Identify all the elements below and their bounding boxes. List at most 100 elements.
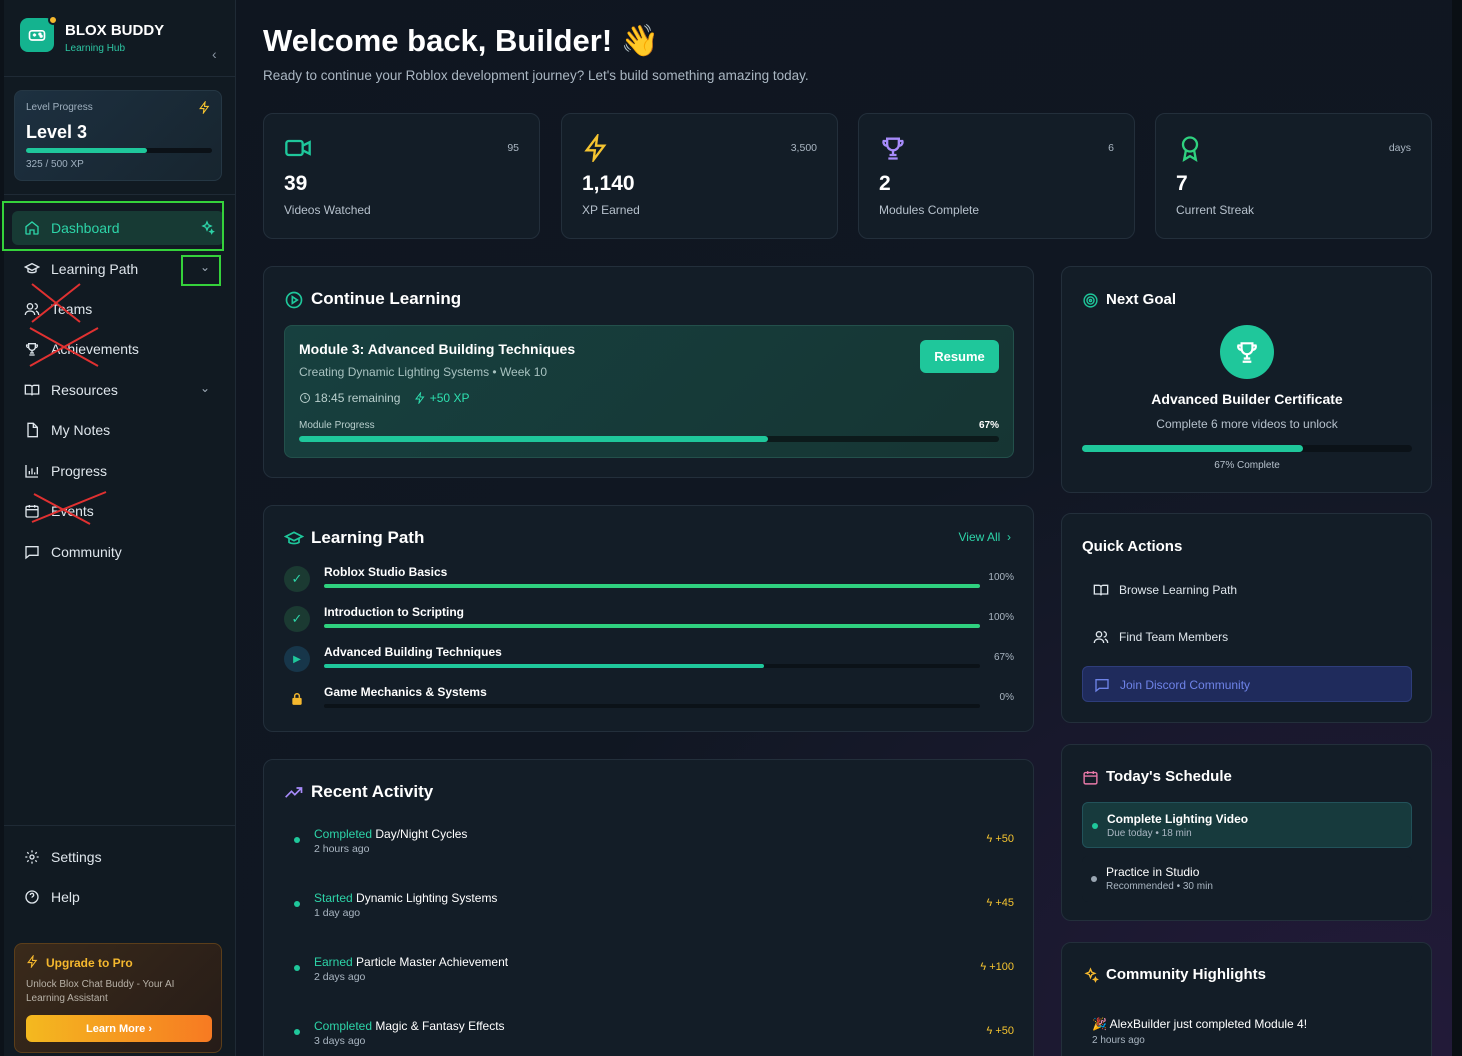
activity-xp-value: +100 <box>989 961 1014 973</box>
nav-my-notes[interactable]: My Notes <box>12 413 224 447</box>
activity-item[interactable]: Started Dynamic Lighting Systems 1 day a… <box>294 891 1014 931</box>
path-item[interactable]: ✓ Introduction to Scripting 100% <box>284 603 1014 643</box>
action-label: Browse Learning Path <box>1119 583 1238 597</box>
level-title: Level 3 <box>26 122 88 142</box>
path-item-percent: 100% <box>988 572 1014 583</box>
brand[interactable]: BLOX BUDDY Learning Hub ‹ <box>20 15 220 62</box>
path-progress-fill <box>324 664 764 668</box>
play-circle-icon <box>285 291 303 309</box>
chevron-down-icon[interactable]: ⌄ <box>200 381 210 395</box>
nav-progress[interactable]: Progress <box>12 454 224 488</box>
bolt-icon <box>198 100 211 117</box>
learn-more-button[interactable]: Learn More › <box>26 1015 212 1042</box>
time-remaining: 18:45 remaining <box>299 391 400 405</box>
path-item-percent: 0% <box>999 692 1014 703</box>
browse-learning-path-action[interactable]: Browse Learning Path <box>1082 572 1412 608</box>
check-icon: ✓ <box>284 566 310 592</box>
trophy-icon <box>25 343 39 356</box>
scrollbar[interactable] <box>1452 0 1462 1056</box>
nav-label: My Notes <box>51 422 111 438</box>
notification-dot <box>48 15 58 25</box>
path-progress-fill <box>324 624 980 628</box>
trophy-icon <box>882 137 904 160</box>
level-progress-fill <box>26 148 147 153</box>
activity-text: Completed Magic & Fantasy Effects <box>314 1019 505 1033</box>
join-discord-action[interactable]: Join Discord Community <box>1082 666 1412 702</box>
nav-label: Help <box>51 889 80 905</box>
activity-time: 1 day ago <box>314 907 361 919</box>
sparkles-icon <box>1084 967 1099 983</box>
activity-subject: Dynamic Lighting Systems <box>356 891 498 905</box>
community-item-text: AlexBuilder just completed Module 4! <box>1109 1017 1308 1031</box>
activity-dot <box>294 965 300 971</box>
module-progress-fill <box>299 436 768 442</box>
path-item[interactable]: Game Mechanics & Systems 0% <box>284 683 1014 723</box>
award-icon <box>1181 136 1199 162</box>
nav-label: Teams <box>51 301 93 317</box>
progress-label: Module Progress <box>299 420 375 431</box>
stat-target: 6 <box>1108 142 1114 154</box>
resume-button[interactable]: Resume <box>920 340 999 373</box>
nav-label: Resources <box>51 382 118 398</box>
activity-xp-value: +50 <box>995 833 1014 845</box>
upgrade-description: Unlock Blox Chat Buddy - Your AI Learnin… <box>26 979 175 1004</box>
upgrade-card: Upgrade to Pro Unlock Blox Chat Buddy - … <box>14 943 222 1053</box>
activity-item[interactable]: Completed Day/Night Cycles 2 hours ago ϟ… <box>294 827 1014 867</box>
divider <box>4 825 236 826</box>
activity-item[interactable]: Earned Particle Master Achievement 2 day… <box>294 955 1014 995</box>
section-title: Recent Activity <box>311 782 434 801</box>
schedule-sub: Due today • 18 min <box>1107 828 1192 839</box>
path-progress-bar <box>324 664 980 668</box>
current-module-card[interactable]: Module 3: Advanced Building Techniques C… <box>284 325 1014 458</box>
activity-xp: ϟ +50 <box>986 833 1014 845</box>
activity-item[interactable]: Completed Magic & Fantasy Effects 3 days… <box>294 1019 1014 1056</box>
view-all-link[interactable]: View All › <box>959 530 1011 544</box>
nav-community[interactable]: Community <box>12 535 224 569</box>
book-open-icon <box>1093 584 1109 596</box>
module-meta: 18:45 remaining +50 XP <box>299 391 469 405</box>
learning-path-card: Learning Path View All › ✓ Roblox Studio… <box>263 505 1034 732</box>
section-title: Learning Path <box>311 528 425 547</box>
stat-card-modules: 6 2 Modules Complete <box>858 113 1135 239</box>
goal-progress-fill <box>1082 445 1304 452</box>
goal-progress-bar <box>1082 445 1412 452</box>
action-label: Find Team Members <box>1119 630 1229 644</box>
page-title: Welcome back, Builder! 👋 <box>263 22 659 59</box>
collapse-sidebar-icon[interactable]: ‹ <box>212 46 217 62</box>
level-xp: 325 / 500 XP <box>26 159 84 170</box>
find-team-members-action[interactable]: Find Team Members <box>1082 619 1412 655</box>
nav-label: Community <box>51 544 122 560</box>
book-open-icon <box>24 384 40 396</box>
app-window: BLOX BUDDY Learning Hub ‹ Level Progress… <box>2 0 1452 1056</box>
nav-teams[interactable]: Teams <box>12 292 224 326</box>
activity-dot <box>294 1029 300 1035</box>
trending-up-icon <box>285 787 303 798</box>
todays-schedule-card: Today's Schedule Complete Lighting Video… <box>1061 744 1432 921</box>
path-progress-bar <box>324 584 980 588</box>
path-item[interactable]: ▶ Advanced Building Techniques 67% <box>284 643 1014 683</box>
lock-icon <box>284 686 310 712</box>
path-item-name: Advanced Building Techniques <box>324 645 502 659</box>
level-progress-card: Level Progress Level 3 325 / 500 XP <box>14 90 222 181</box>
activity-subject: Day/Night Cycles <box>375 827 468 841</box>
path-item-percent: 67% <box>993 652 1014 663</box>
schedule-item[interactable]: Practice in Studio Recommended • 30 min <box>1082 856 1412 902</box>
nav-achievements[interactable]: Achievements <box>12 332 224 366</box>
highlight-box <box>2 201 224 251</box>
message-square-icon <box>1095 679 1109 693</box>
level-progress-bar <box>26 148 212 153</box>
nav-events[interactable]: Events <box>12 494 224 528</box>
stat-value: 2 <box>879 172 891 195</box>
target-icon <box>1083 293 1098 308</box>
stat-value: 39 <box>284 172 308 195</box>
schedule-item[interactable]: Complete Lighting Video Due today • 18 m… <box>1082 802 1412 848</box>
nav-help[interactable]: Help <box>12 880 224 914</box>
stat-target: days <box>1388 142 1411 154</box>
bolt-icon <box>415 391 425 405</box>
clock-icon <box>300 393 310 403</box>
community-item[interactable]: 🎉 AlexBuilder just completed Module 4! <box>1092 1017 1307 1031</box>
nav-resources[interactable]: Resources ⌄ <box>12 373 224 407</box>
nav-label: Achievements <box>51 341 139 357</box>
nav-settings[interactable]: Settings <box>12 840 224 874</box>
path-item[interactable]: ✓ Roblox Studio Basics 100% <box>284 563 1014 603</box>
